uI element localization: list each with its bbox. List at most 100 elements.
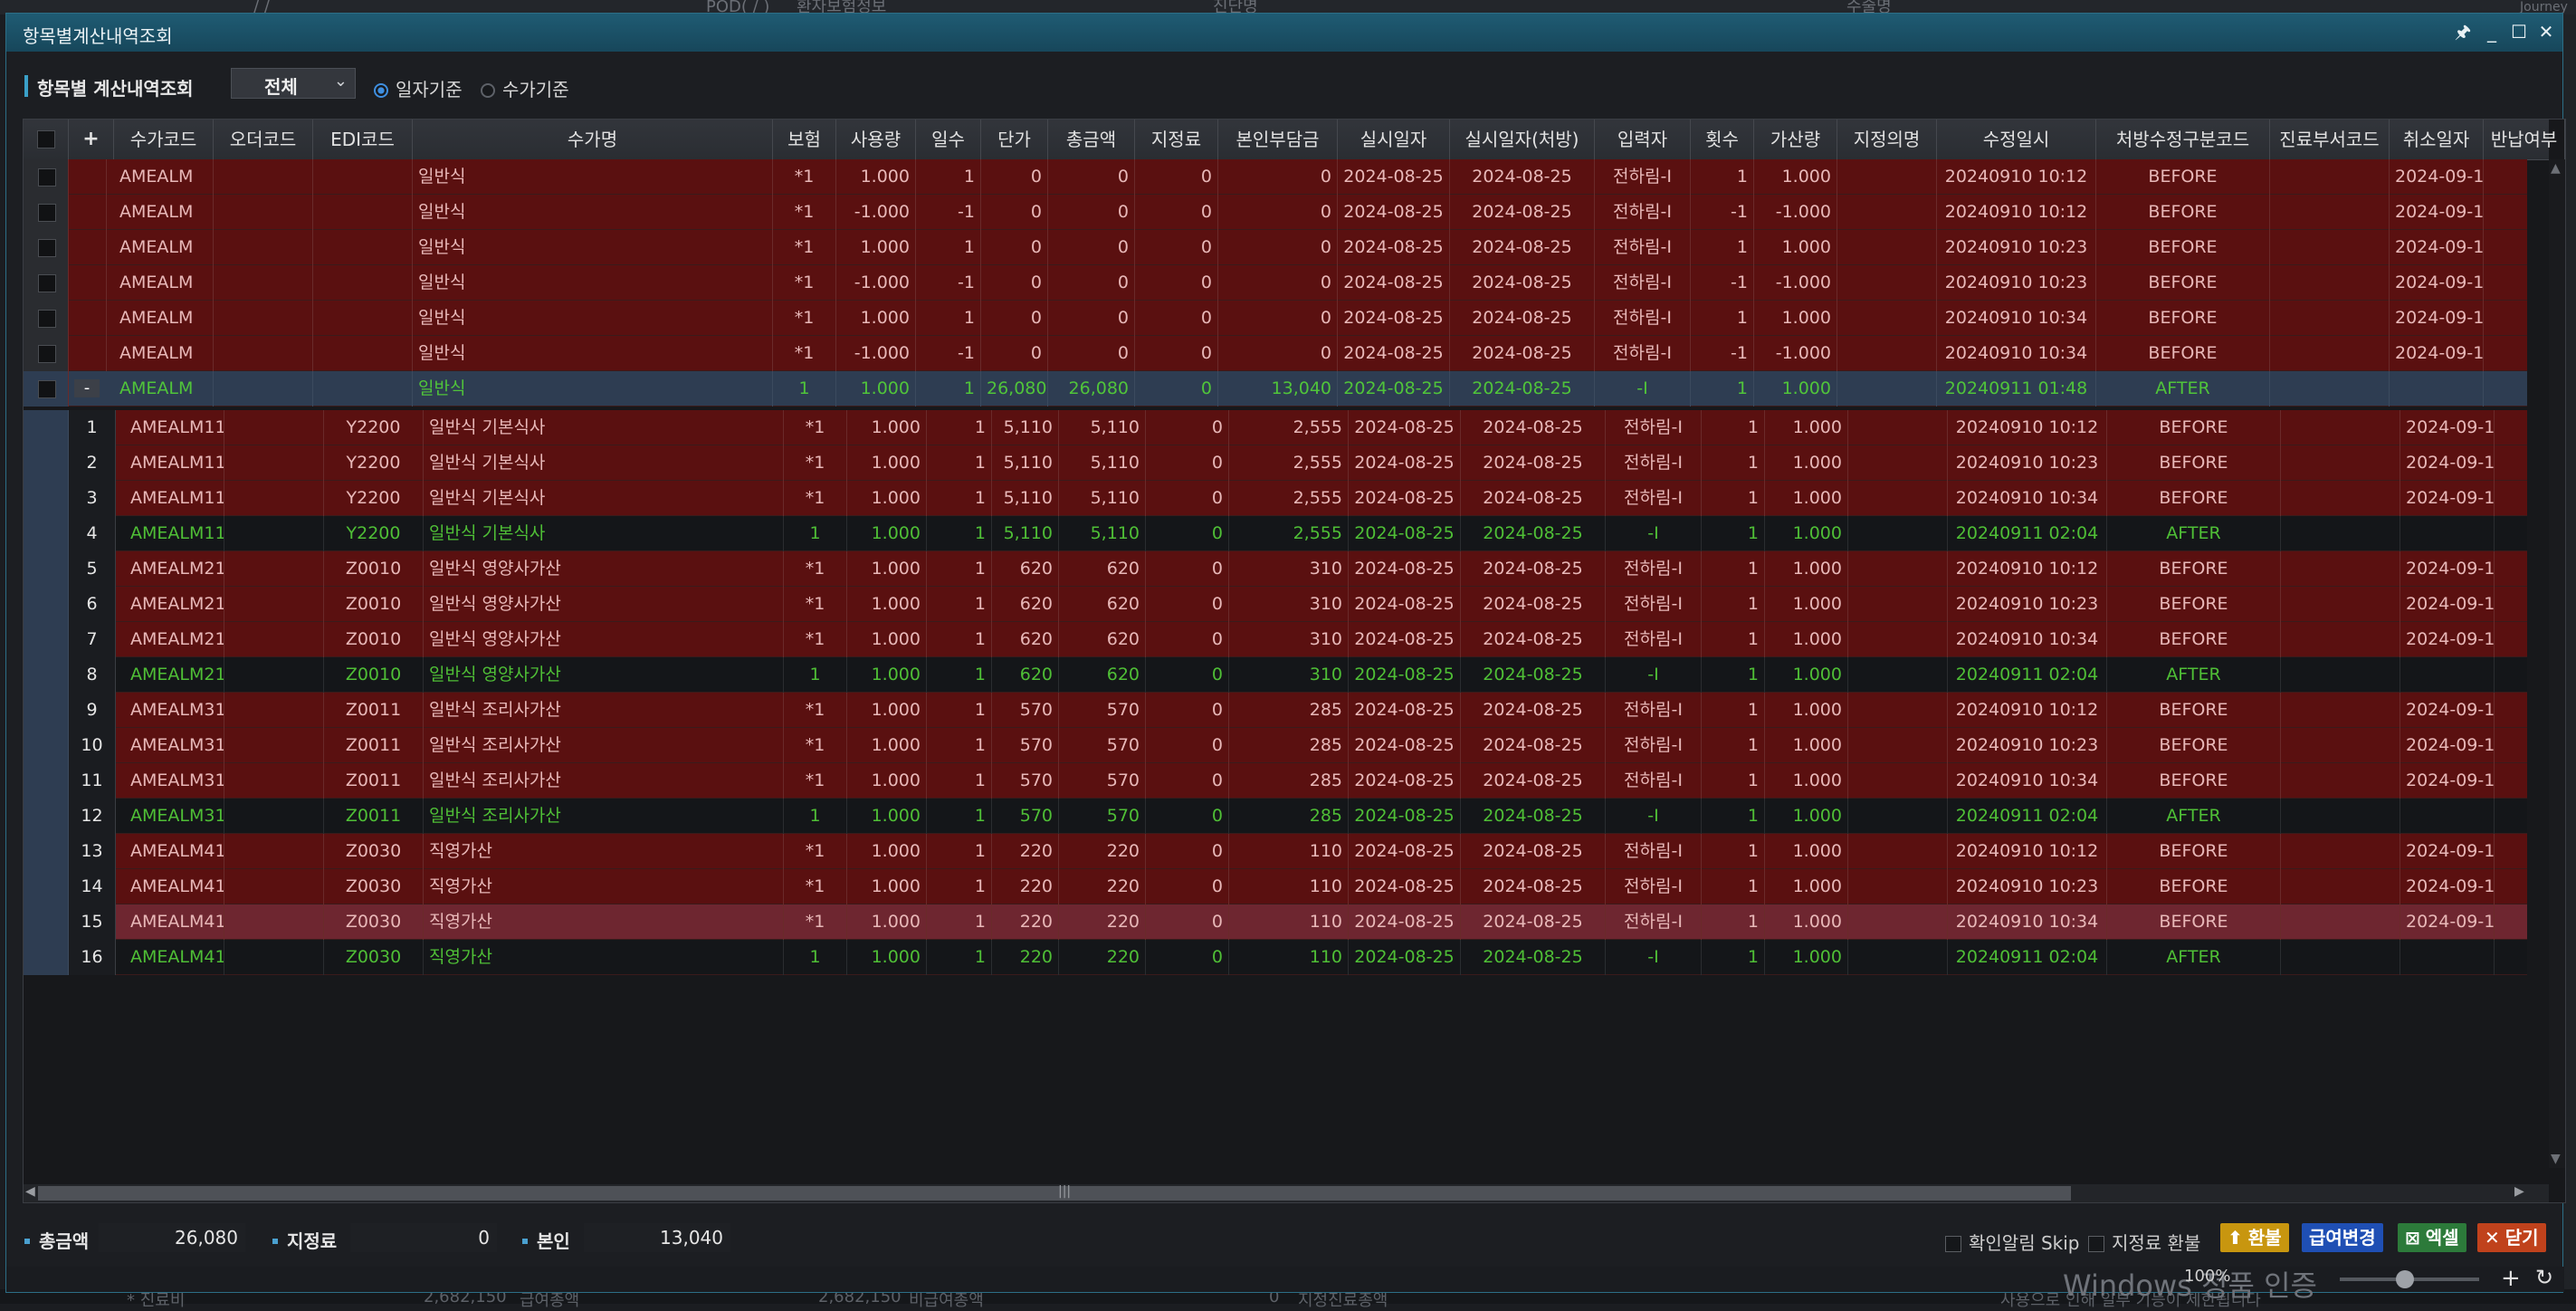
column-header[interactable]: 실시일자(처방) (1450, 120, 1595, 159)
table-row[interactable]: AMEALM 일반식 *1 -1.000 -1 0 0 0 0 2024-08-25 2024-08… (24, 195, 2565, 230)
collapse-button[interactable]: - (74, 379, 100, 397)
skip-notice-checkbox[interactable]: 확인알림 Skip (1945, 1229, 2080, 1255)
detail-row[interactable]: 14 AMEALM41 Z0030 직영가산 *1 1.000 1 220 220 0 110 202… (24, 869, 2527, 904)
row-checkbox-cell[interactable] (24, 159, 69, 195)
cell-date-rx: 2024-08-25 (1450, 301, 1595, 336)
scroll-thumb[interactable] (38, 1186, 2071, 1201)
row-checkbox-cell[interactable] (24, 301, 69, 336)
detail-row[interactable]: 11 AMEALM31 Z0011 일반식 조리사가산 *1 1.000 1 570 570 0 2… (24, 763, 2527, 799)
cell-code: AMEALM41 (125, 834, 224, 869)
zoom-slider-knob[interactable] (2396, 1270, 2414, 1288)
cell-date: 2024-08-25 (1349, 693, 1461, 728)
column-header[interactable]: 총금액 (1048, 120, 1135, 159)
row-checkbox-cell[interactable] (24, 265, 69, 301)
cell-price: 220 (992, 869, 1059, 904)
scroll-left-icon[interactable]: ◀ (25, 1184, 35, 1199)
column-header[interactable]: 반납여부 (2484, 120, 2565, 159)
pin-icon[interactable]: 🖈 (2450, 19, 2476, 44)
detail-row[interactable]: 12 AMEALM31 Z0011 일반식 조리사가산 1 1.000 1 570 570 0 28… (24, 799, 2527, 834)
column-header[interactable]: 진료부서코드 (2270, 120, 2390, 159)
scroll-right-icon[interactable]: ▶ (2514, 1184, 2524, 1199)
column-header[interactable]: 사용량 (836, 120, 916, 159)
column-header[interactable]: 횟수 (1691, 120, 1754, 159)
column-header[interactable]: 본인부담금 (1218, 120, 1338, 159)
detail-row[interactable]: 1 AMEALM11 Y2200 일반식 기본식사 *1 1.000 1 5,110 5,110… (24, 410, 2527, 445)
zoom-in-icon[interactable]: + (2501, 1265, 2521, 1292)
table-row[interactable]: AMEALM 일반식 *1 1.000 1 0 0 0 0 2024-08-25 2024-08-2… (24, 159, 2565, 195)
cell-flag: BEFORE (2107, 622, 2281, 657)
close-window-button[interactable]: ✕ (2533, 19, 2559, 44)
cell-date-rx: 2024-08-25 (1461, 622, 1606, 657)
checkbox-icon[interactable] (38, 345, 56, 363)
detail-row[interactable]: 4 AMEALM11 Y2200 일반식 기본식사 1 1.000 1 5,110 5,110 0… (24, 516, 2527, 551)
checkbox-icon[interactable] (38, 204, 56, 222)
checkbox-icon[interactable] (38, 380, 56, 398)
title-bar[interactable]: 항목별계산내역조회 🖈 _ ☐ ✕ (6, 14, 2562, 52)
detail-row[interactable]: 9 AMEALM31 Z0011 일반식 조리사가산 *1 1.000 1 570 570 0 28… (24, 693, 2527, 728)
cell-price: 26,080 (981, 371, 1048, 407)
detail-row[interactable]: 8 AMEALM21 Z0010 일반식 영양사가산 1 1.000 1 620 620 0 310… (24, 657, 2527, 693)
vertical-scrollbar[interactable]: ▲ ▼ (2549, 159, 2565, 1168)
detail-row[interactable]: 2 AMEALM11 Y2200 일반식 기본식사 *1 1.000 1 5,110 5,110… (24, 445, 2527, 481)
filter-select[interactable]: 전체 ⌄ (231, 68, 356, 99)
column-header[interactable]: 단가 (981, 120, 1048, 159)
column-header[interactable]: 처방수정구분코드 (2096, 120, 2270, 159)
checkbox-icon[interactable] (38, 274, 56, 292)
table-row[interactable]: AMEALM 일반식 *1 1.000 1 0 0 0 0 2024-08-25 2024-08-2… (24, 301, 2565, 336)
table-row[interactable]: AMEALM 일반식 *1 -1.000 -1 0 0 0 0 2024-08-25 2024-08… (24, 265, 2565, 301)
minimize-button[interactable]: _ (2479, 19, 2504, 44)
detail-row[interactable]: 16 AMEALM41 Z0030 직영가산 1 1.000 1 220 220 0 110 2024… (24, 940, 2527, 975)
column-header[interactable]: 보험 (773, 120, 836, 159)
column-header[interactable]: 수정일시 (1937, 120, 2096, 159)
column-header[interactable]: 수가명 (413, 120, 773, 159)
benefit-change-button[interactable]: 급여변경 (2302, 1223, 2383, 1252)
refund-button[interactable]: ⬆ 환불 (2220, 1223, 2289, 1252)
cell-days: 1 (916, 371, 981, 407)
row-checkbox-cell[interactable] (24, 336, 69, 371)
column-header[interactable]: 실시일자 (1338, 120, 1450, 159)
radio-code-basis[interactable]: 수가기준 (481, 75, 569, 100)
row-checkbox-cell[interactable] (24, 230, 69, 265)
row-checkbox-cell[interactable] (24, 371, 69, 407)
cell-date: 2024-08-25 (1349, 763, 1461, 799)
column-header[interactable]: 일수 (916, 120, 981, 159)
cell-dept (2281, 728, 2400, 763)
column-header[interactable]: 오더코드 (214, 120, 313, 159)
column-header[interactable]: 입력자 (1595, 120, 1691, 159)
table-row[interactable]: AMEALM 일반식 *1 1.000 1 0 0 0 0 2024-08-25 2024-08-2… (24, 230, 2565, 265)
expand-all-button[interactable]: + (69, 120, 114, 159)
scroll-up-icon[interactable]: ▲ (2551, 161, 2561, 176)
radio-date-basis[interactable]: 일자기준 (374, 75, 463, 100)
cell-date: 2024-08-25 (1349, 410, 1461, 445)
close-button[interactable]: ✕ 닫기 (2477, 1223, 2546, 1252)
detail-row[interactable]: 15 AMEALM41 Z0030 직영가산 *1 1.000 1 220 220 0 110 202… (24, 904, 2527, 940)
detail-row[interactable]: 3 AMEALM11 Y2200 일반식 기본식사 *1 1.000 1 5,110 5,110… (24, 481, 2527, 516)
refresh-icon[interactable]: ↻ (2535, 1265, 2553, 1290)
scroll-down-icon[interactable]: ▼ (2551, 1152, 2561, 1166)
detail-row[interactable]: 10 AMEALM31 Z0011 일반식 조리사가산 *1 1.000 1 570 570 0 2… (24, 728, 2527, 763)
row-checkbox-cell[interactable] (24, 195, 69, 230)
checkbox-icon[interactable] (38, 310, 56, 328)
column-header[interactable]: 가산량 (1754, 120, 1837, 159)
refund-fee-checkbox[interactable]: 지정료 환불 (2088, 1229, 2200, 1255)
detail-row[interactable]: 7 AMEALM21 Z0010 일반식 영양사가산 *1 1.000 1 620 620 0 31… (24, 622, 2527, 657)
cell-edi: Z0010 (324, 587, 424, 622)
column-header[interactable]: 취소일자 (2390, 120, 2484, 159)
column-header[interactable]: 수가코드 (114, 120, 214, 159)
detail-row[interactable]: 5 AMEALM21 Z0010 일반식 영양사가산 *1 1.000 1 620 620 0 31… (24, 551, 2527, 587)
column-header[interactable]: 지정의명 (1837, 120, 1937, 159)
column-header[interactable]: EDI코드 (313, 120, 413, 159)
table-row[interactable]: AMEALM 일반식 *1 -1.000 -1 0 0 0 0 2024-08-25 2024-08… (24, 336, 2565, 371)
excel-button[interactable]: ⊠ 엑셀 (2398, 1223, 2466, 1252)
horizontal-scrollbar[interactable]: ◀ ||| ▶ (24, 1184, 2549, 1202)
column-header[interactable]: 지정료 (1135, 120, 1218, 159)
cell-date-rx: 2024-08-25 (1461, 799, 1606, 834)
checkbox-icon[interactable] (38, 168, 56, 187)
checkbox-icon[interactable] (38, 239, 56, 257)
select-all-checkbox[interactable] (24, 120, 69, 159)
zoom-level[interactable]: 100% (2184, 1267, 2230, 1286)
expanded-group-row[interactable]: - AMEALM 일반식 1 1.000 1 26,080 26,080 0 13,040 2024… (24, 371, 2565, 407)
maximize-button[interactable]: ☐ (2506, 19, 2532, 44)
detail-row[interactable]: 6 AMEALM21 Z0010 일반식 영양사가산 *1 1.000 1 620 620 0 31… (24, 587, 2527, 622)
detail-row[interactable]: 13 AMEALM41 Z0030 직영가산 *1 1.000 1 220 220 0 110 202… (24, 834, 2527, 869)
